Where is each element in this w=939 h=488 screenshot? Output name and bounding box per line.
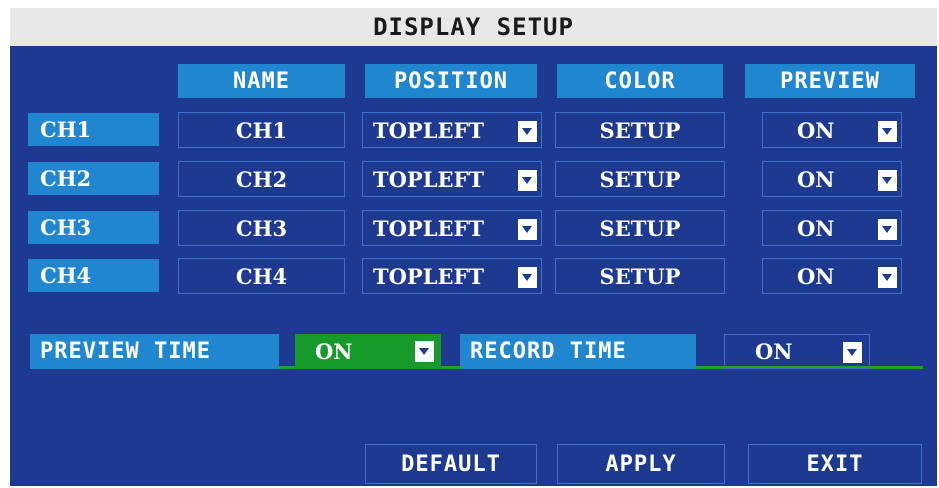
channel-label-ch2: CH2 bbox=[28, 162, 159, 195]
chevron-down-icon[interactable] bbox=[518, 121, 537, 142]
preview-time-value: ON bbox=[315, 339, 353, 364]
color-setup-button-ch2[interactable]: SETUP bbox=[555, 161, 725, 197]
preview-dropdown-ch1[interactable]: ON bbox=[762, 112, 902, 148]
default-button[interactable]: DEFAULT bbox=[365, 444, 537, 484]
channel-name-field-ch2[interactable]: CH2 bbox=[178, 161, 345, 197]
header-name: NAME bbox=[178, 64, 345, 98]
chevron-down-icon[interactable] bbox=[518, 170, 537, 191]
position-value-ch2: TOPLEFT bbox=[373, 166, 485, 192]
color-setup-button-ch3[interactable]: SETUP bbox=[555, 210, 725, 246]
preview-time-dropdown[interactable]: ON bbox=[295, 334, 441, 369]
chevron-down-icon[interactable] bbox=[518, 267, 537, 288]
chevron-down-icon[interactable] bbox=[518, 219, 537, 240]
preview-dropdown-ch3[interactable]: ON bbox=[762, 210, 902, 246]
preview-value-ch4: ON bbox=[797, 263, 835, 289]
position-value-ch4: TOPLEFT bbox=[373, 263, 485, 289]
page-title: DISPLAY SETUP bbox=[373, 13, 574, 41]
preview-dropdown-ch2[interactable]: ON bbox=[762, 161, 902, 197]
position-dropdown-ch1[interactable]: TOPLEFT bbox=[362, 112, 542, 148]
position-dropdown-ch2[interactable]: TOPLEFT bbox=[362, 161, 542, 197]
color-setup-button-ch1[interactable]: SETUP bbox=[555, 112, 725, 148]
preview-dropdown-ch4[interactable]: ON bbox=[762, 258, 902, 294]
position-value-ch1: TOPLEFT bbox=[373, 117, 485, 143]
header-position: POSITION bbox=[365, 64, 537, 98]
channel-name-field-ch4[interactable]: CH4 bbox=[178, 258, 345, 294]
record-time-label: RECORD TIME bbox=[460, 334, 696, 369]
header-preview: PREVIEW bbox=[745, 64, 915, 98]
channel-name-field-ch3[interactable]: CH3 bbox=[178, 210, 345, 246]
settings-panel: NAME POSITION COLOR PREVIEW CH1 CH1 TOPL… bbox=[10, 46, 937, 486]
position-value-ch3: TOPLEFT bbox=[373, 215, 485, 241]
chevron-down-icon[interactable] bbox=[878, 121, 897, 142]
color-setup-button-ch4[interactable]: SETUP bbox=[555, 258, 725, 294]
display-setup-screen: DISPLAY SETUP NAME POSITION COLOR PREVIE… bbox=[0, 0, 939, 488]
channel-label-ch3: CH3 bbox=[28, 211, 159, 244]
header-color: COLOR bbox=[557, 64, 723, 98]
chevron-down-icon[interactable] bbox=[843, 342, 862, 363]
exit-button[interactable]: EXIT bbox=[748, 444, 922, 484]
apply-button[interactable]: APPLY bbox=[557, 444, 725, 484]
position-dropdown-ch3[interactable]: TOPLEFT bbox=[362, 210, 542, 246]
chevron-down-icon[interactable] bbox=[878, 219, 897, 240]
channel-name-field-ch1[interactable]: CH1 bbox=[178, 112, 345, 148]
position-dropdown-ch4[interactable]: TOPLEFT bbox=[362, 258, 542, 294]
channel-label-ch4: CH4 bbox=[28, 259, 159, 292]
chevron-down-icon[interactable] bbox=[878, 170, 897, 191]
title-bar: DISPLAY SETUP bbox=[10, 8, 937, 46]
record-time-dropdown[interactable]: ON bbox=[724, 334, 870, 369]
preview-value-ch1: ON bbox=[797, 117, 835, 143]
preview-value-ch2: ON bbox=[797, 166, 835, 192]
chevron-down-icon[interactable] bbox=[878, 267, 897, 288]
preview-time-label: PREVIEW TIME bbox=[30, 334, 279, 369]
channel-label-ch1: CH1 bbox=[28, 113, 159, 146]
record-time-value: ON bbox=[755, 339, 793, 364]
chevron-down-icon[interactable] bbox=[415, 341, 434, 362]
preview-value-ch3: ON bbox=[797, 215, 835, 241]
